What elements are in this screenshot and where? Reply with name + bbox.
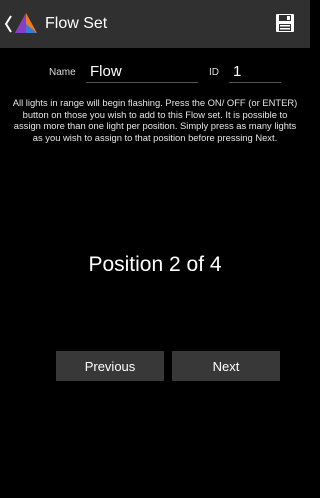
save-icon[interactable] bbox=[274, 12, 296, 34]
app-bar: Flow Set bbox=[0, 0, 310, 48]
previous-button[interactable]: Previous bbox=[56, 351, 164, 381]
chevron-left-icon[interactable] bbox=[3, 13, 13, 35]
instructions-text: All lights in range will begin flashing.… bbox=[12, 97, 298, 143]
form-row: Name ID bbox=[0, 58, 310, 86]
position-indicator: Position 2 of 4 bbox=[88, 253, 222, 276]
next-button[interactable]: Next bbox=[172, 351, 280, 381]
id-label: ID bbox=[209, 67, 219, 78]
id-input[interactable] bbox=[229, 60, 281, 83]
app-logo-icon bbox=[15, 13, 37, 33]
name-input[interactable] bbox=[86, 60, 198, 83]
page-title: Flow Set bbox=[45, 15, 108, 32]
name-label: Name bbox=[49, 67, 76, 78]
